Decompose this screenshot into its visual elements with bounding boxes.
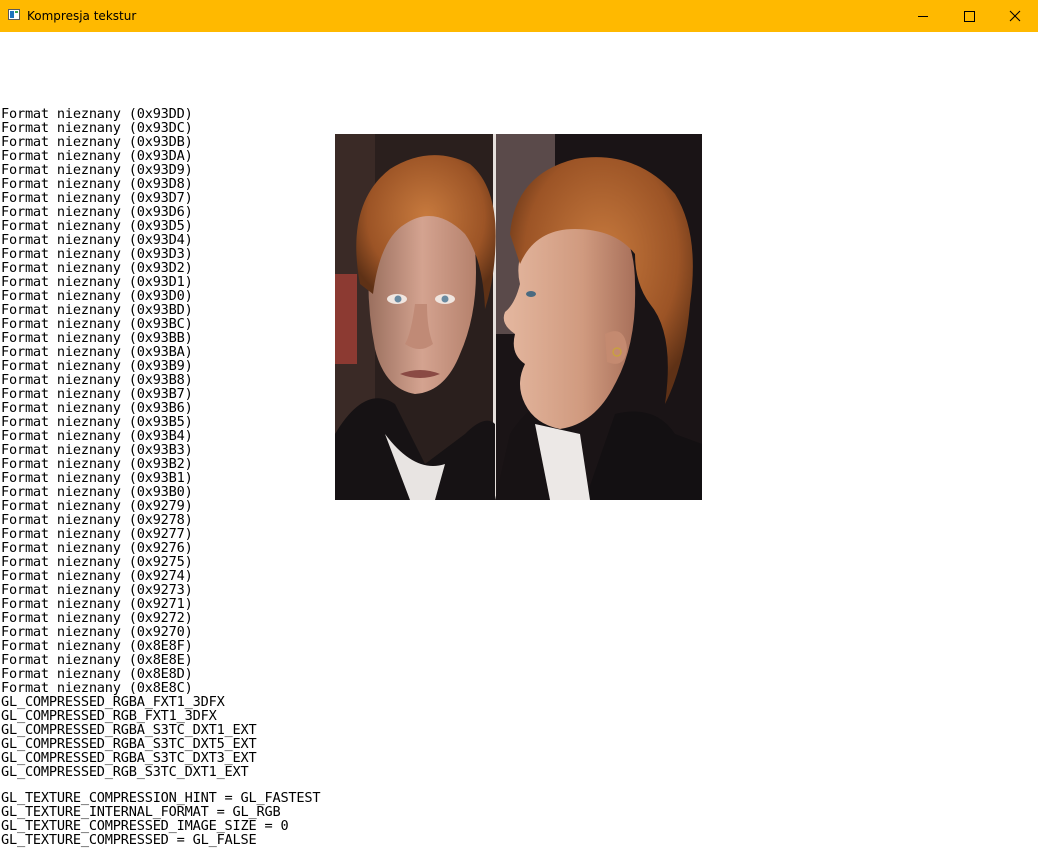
format-line: Format nieznany (0x9275) — [1, 554, 193, 570]
format-line: Format nieznany (0x93BA) — [1, 344, 193, 360]
format-line: Format nieznany (0x93BB) — [1, 330, 193, 346]
format-line: Format nieznany (0x93D5) — [1, 218, 193, 234]
format-line: Format nieznany (0x93D7) — [1, 190, 193, 206]
format-line: Format nieznany (0x93D0) — [1, 288, 193, 304]
format-line: Format nieznany (0x93B8) — [1, 372, 193, 388]
format-line: Format nieznany (0x93D2) — [1, 260, 193, 276]
parameter-line: GL_TEXTURE_INTERNAL_FORMAT = GL_RGB — [1, 804, 281, 820]
format-line: Format nieznany (0x93D8) — [1, 176, 193, 192]
format-line: Format nieznany (0x93B6) — [1, 400, 193, 416]
texture-preview-image — [335, 134, 702, 500]
format-line: Format nieznany (0x93B1) — [1, 470, 193, 486]
format-line: Format nieznany (0x93DA) — [1, 148, 193, 164]
gl-output-text: Format nieznany (0x93DD) Format nieznany … — [1, 107, 321, 848]
format-line: Format nieznany (0x93D1) — [1, 274, 193, 290]
format-line: Format nieznany (0x93DD) — [1, 106, 193, 122]
close-button[interactable] — [992, 0, 1038, 32]
format-line: Format nieznany (0x93DC) — [1, 120, 193, 136]
close-icon — [1009, 10, 1021, 22]
compressed-formats-list: Format nieznany (0x93DD) Format nieznany … — [1, 107, 320, 779]
format-line: Format nieznany (0x93D6) — [1, 204, 193, 220]
format-line: Format nieznany (0x93B4) — [1, 428, 193, 444]
format-line: Format nieznany (0x93B9) — [1, 358, 193, 374]
format-line: Format nieznany (0x9272) — [1, 610, 193, 626]
parameter-line: GL_TEXTURE_COMPRESSION_HINT = GL_FASTEST — [1, 790, 321, 806]
format-line: GL_COMPRESSED_RGB_FXT1_3DFX — [1, 708, 217, 724]
format-line: Format nieznany (0x93B7) — [1, 386, 193, 402]
maximize-icon — [963, 10, 975, 22]
format-line: GL_COMPRESSED_RGBA_S3TC_DXT3_EXT — [1, 750, 257, 766]
format-line: Format nieznany (0x93D4) — [1, 232, 193, 248]
minimize-icon — [918, 15, 928, 17]
format-line: Format nieznany (0x93B3) — [1, 442, 193, 458]
format-line: Format nieznany (0x93D9) — [1, 162, 193, 178]
format-line: GL_COMPRESSED_RGBA_FXT1_3DFX — [1, 694, 225, 710]
format-line: Format nieznany (0x9278) — [1, 512, 193, 528]
format-line: Format nieznany (0x93BC) — [1, 316, 193, 332]
format-line: Format nieznany (0x9271) — [1, 596, 193, 612]
format-line: Format nieznany (0x8E8F) — [1, 638, 193, 654]
format-line: Format nieznany (0x93B2) — [1, 456, 193, 472]
parameter-line: GL_TEXTURE_COMPRESSED = GL_FALSE — [1, 832, 257, 848]
format-line: Format nieznany (0x93D3) — [1, 246, 193, 262]
format-line: GL_COMPRESSED_RGBA_S3TC_DXT1_EXT — [1, 722, 257, 738]
format-line: Format nieznany (0x9274) — [1, 568, 193, 584]
app-icon[interactable] — [8, 9, 20, 20]
title-bar[interactable]: Kompresja tekstur — [0, 0, 1038, 32]
parameter-line: GL_TEXTURE_COMPRESSED_IMAGE_SIZE = 0 — [1, 818, 289, 834]
format-line: Format nieznany (0x9270) — [1, 624, 193, 640]
maximize-button[interactable] — [946, 0, 992, 32]
minimize-button[interactable] — [900, 0, 946, 32]
format-line: GL_COMPRESSED_RGB_S3TC_DXT1_EXT — [1, 764, 249, 780]
format-line: Format nieznany (0x93DB) — [1, 134, 193, 150]
format-line: GL_COMPRESSED_RGBA_S3TC_DXT5_EXT — [1, 736, 257, 752]
format-line: Format nieznany (0x8E8C) — [1, 680, 193, 696]
texture-parameters-list: GL_TEXTURE_COMPRESSION_HINT = GL_FASTEST… — [1, 790, 321, 848]
format-line: Format nieznany (0x8E8D) — [1, 666, 193, 682]
format-line: Format nieznany (0x8E8E) — [1, 652, 193, 668]
format-line: Format nieznany (0x93BD) — [1, 302, 193, 318]
format-line: Format nieznany (0x93B5) — [1, 414, 193, 430]
format-line: Format nieznany (0x9277) — [1, 526, 193, 542]
format-line: Format nieznany (0x9279) — [1, 498, 193, 514]
format-line: Format nieznany (0x9273) — [1, 582, 193, 598]
window-title: Kompresja tekstur — [27, 9, 137, 23]
format-line: Format nieznany (0x9276) — [1, 540, 193, 556]
format-line: Format nieznany (0x93B0) — [1, 484, 193, 500]
